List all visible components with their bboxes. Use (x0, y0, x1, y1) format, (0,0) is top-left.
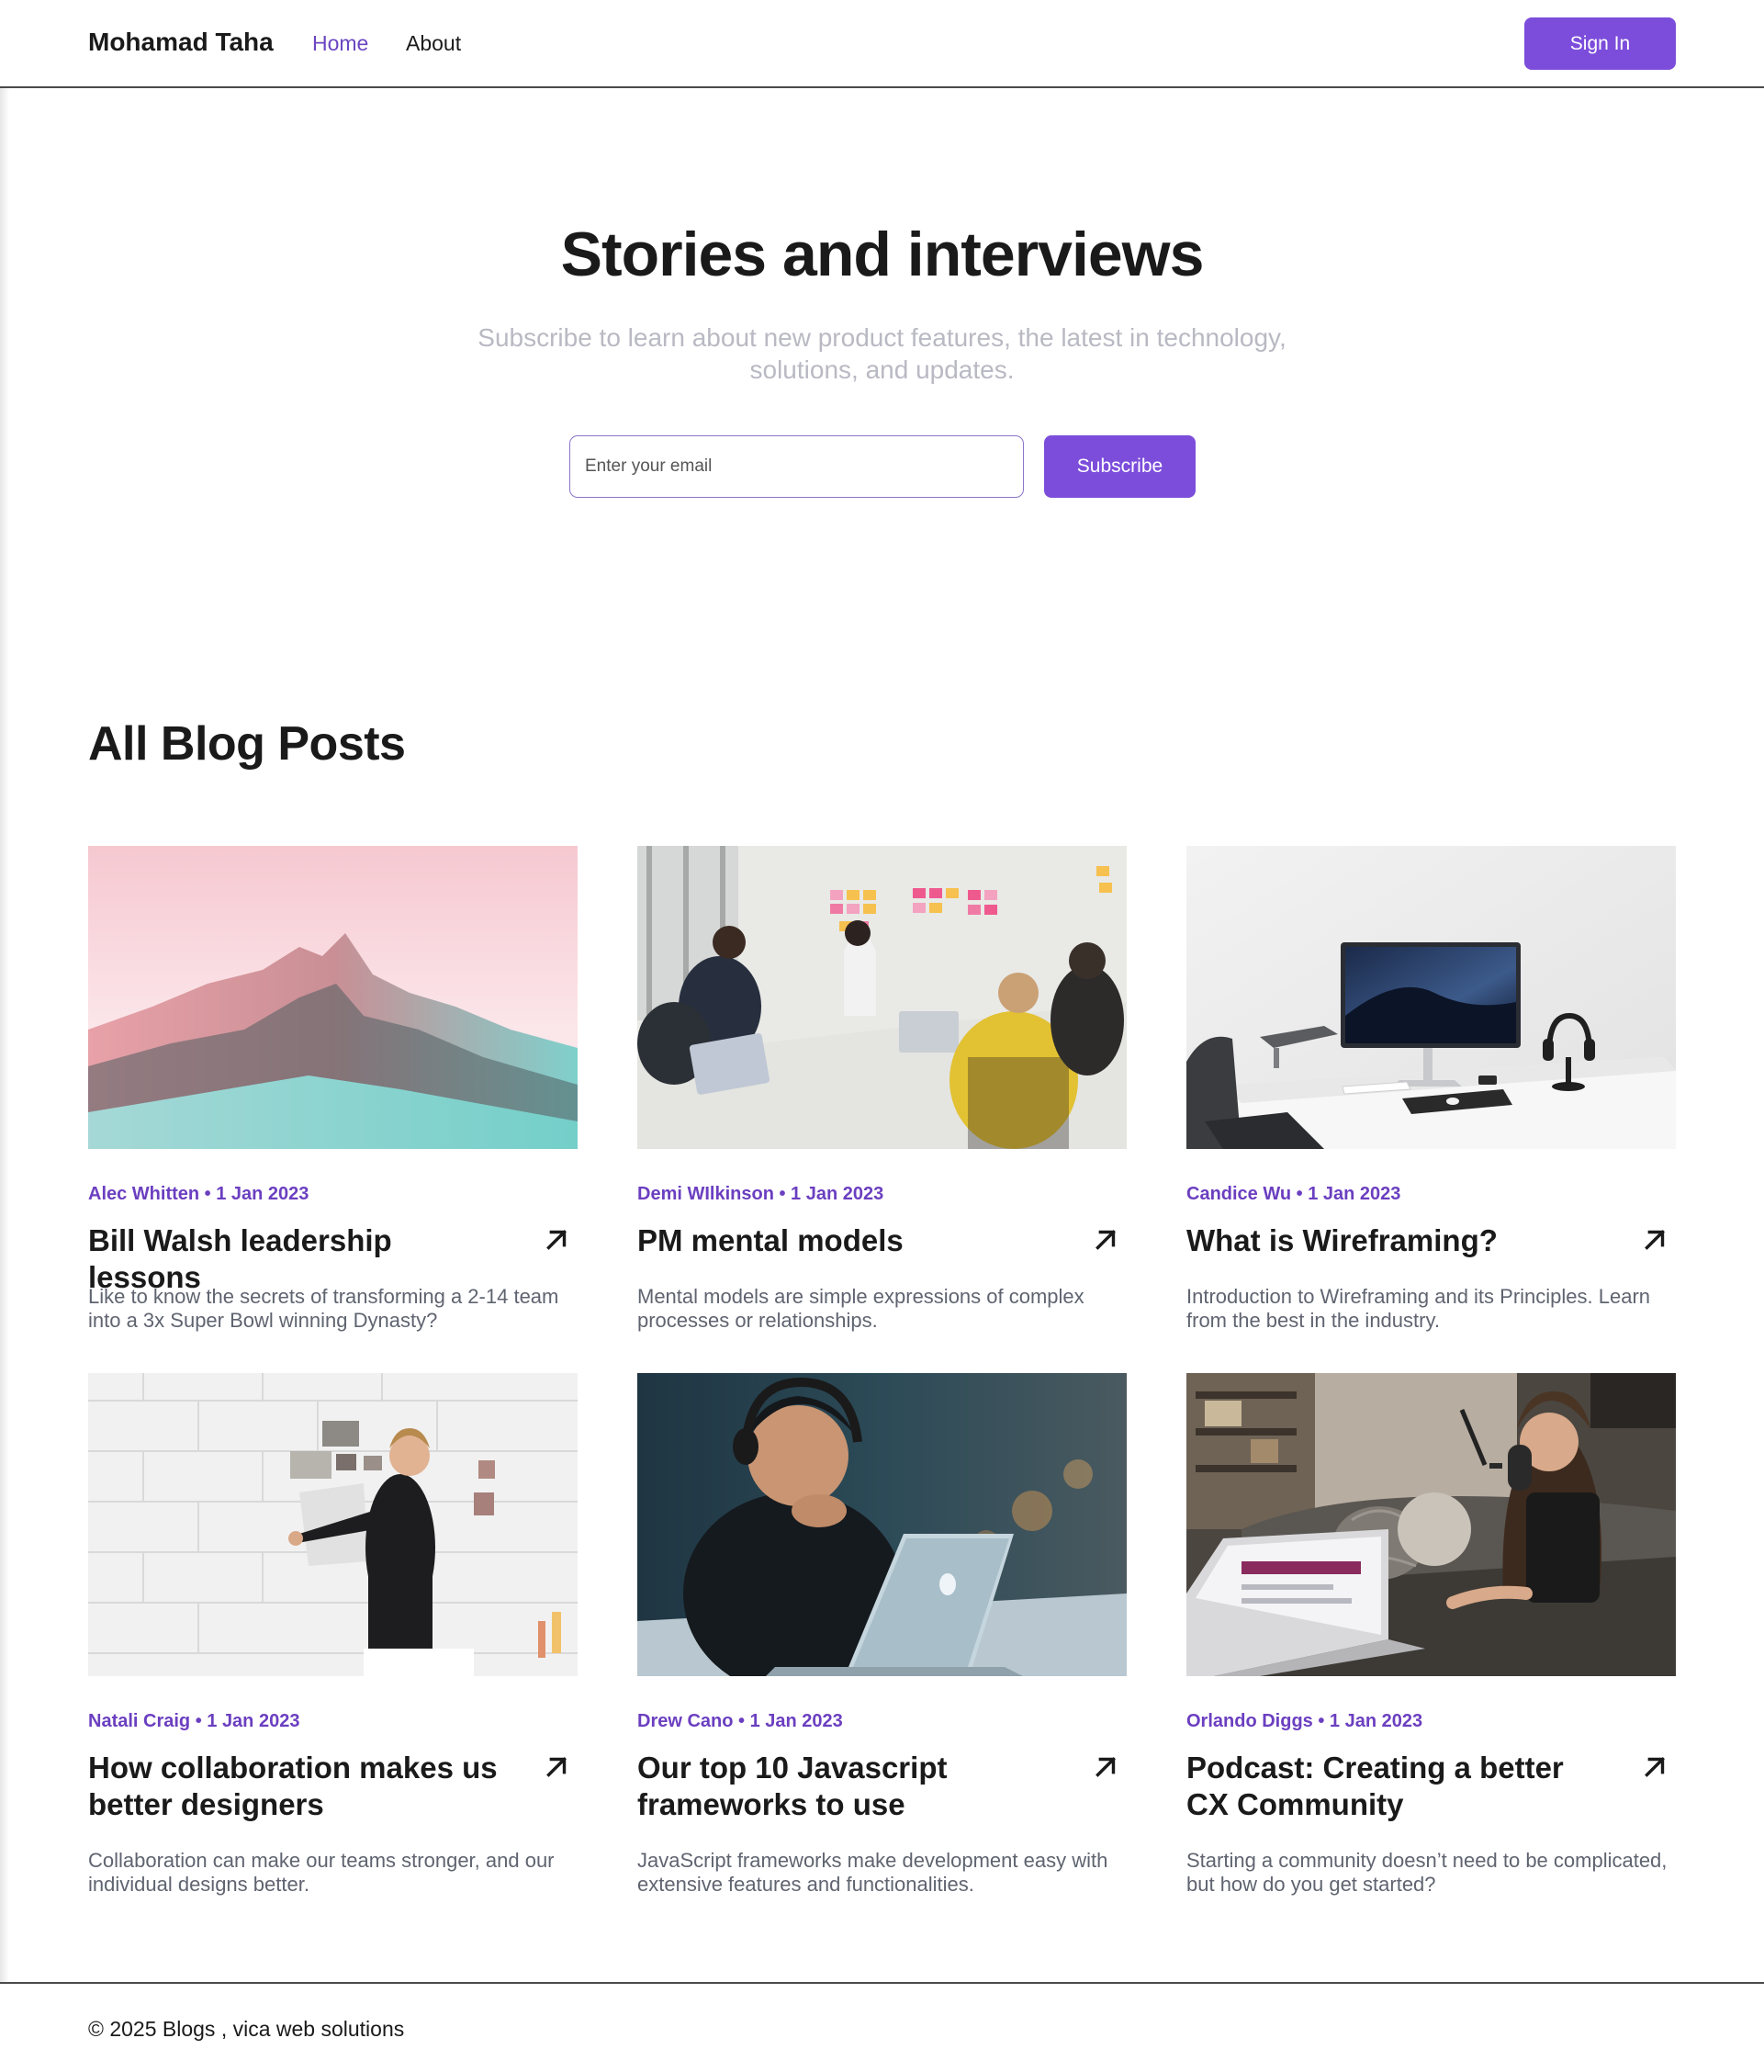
post-meta: Natali Craig • 1 Jan 2023 (88, 1711, 300, 1731)
blog-post-card[interactable]: Drew Cano • 1 Jan 2023 Our top 10 Javasc… (637, 1373, 1127, 1896)
arrow-up-right-icon[interactable] (1639, 1751, 1670, 1783)
brand-logo[interactable]: Mohamad Taha (88, 28, 274, 57)
arrow-up-right-icon[interactable] (1090, 1224, 1121, 1256)
post-title[interactable]: Our top 10 Javascript frameworks to use (637, 1750, 1060, 1823)
post-title[interactable]: PM mental models (637, 1222, 1060, 1259)
arrow-up-right-icon[interactable] (541, 1224, 572, 1256)
section-title: All Blog Posts (88, 717, 406, 771)
post-meta: Candice Wu • 1 Jan 2023 (1186, 1184, 1401, 1204)
post-meta: Demi WIlkinson • 1 Jan 2023 (637, 1184, 884, 1204)
post-excerpt: Mental models are simple expressions of … (637, 1285, 1084, 1332)
blog-post-card[interactable]: Orlando Diggs • 1 Jan 2023 Podcast: Crea… (1186, 1373, 1676, 1896)
site-footer: © 2025 Blogs , vica web solutions (0, 1982, 1764, 2072)
laptop-headphones-photo[interactable] (637, 1373, 1127, 1676)
post-meta: Alec Whitten • 1 Jan 2023 (88, 1184, 309, 1204)
subscribe-button[interactable]: Subscribe (1044, 435, 1196, 498)
arrow-up-right-icon[interactable] (541, 1751, 572, 1783)
post-meta: Drew Cano • 1 Jan 2023 (637, 1711, 843, 1731)
hero-title: Stories and interviews (560, 220, 1205, 289)
team-meeting-photo[interactable] (637, 846, 1127, 1149)
arrow-up-right-icon[interactable] (1090, 1751, 1121, 1783)
arrow-up-right-icon[interactable] (1639, 1224, 1670, 1256)
email-input[interactable] (569, 435, 1024, 498)
blog-post-card[interactable]: Natali Craig • 1 Jan 2023 How collaborat… (88, 1373, 578, 1896)
post-title[interactable]: Podcast: Creating a better CX Community (1186, 1750, 1609, 1823)
post-meta: Orlando Diggs • 1 Jan 2023 (1186, 1711, 1423, 1731)
post-title[interactable]: How collaboration makes us better design… (88, 1750, 511, 1823)
post-excerpt: Like to know the secrets of transforming… (88, 1285, 559, 1332)
blog-post-card[interactable]: Demi WIlkinson • 1 Jan 2023 PM mental mo… (637, 846, 1127, 1332)
post-excerpt: Introduction to Wireframing and its Prin… (1186, 1285, 1651, 1332)
post-title[interactable]: What is Wireframing? (1186, 1222, 1609, 1259)
nav-about[interactable]: About (406, 31, 461, 56)
sign-in-button[interactable]: Sign In (1524, 17, 1676, 70)
footer-copyright: © 2025 Blogs , vica web solutions (88, 2017, 405, 2041)
blog-post-card[interactable]: Alec Whitten • 1 Jan 2023 Bill Walsh lea… (88, 846, 578, 1332)
page-edge-shadow (0, 0, 9, 2072)
hero-subtitle: Subscribe to learn about new product fea… (478, 323, 1286, 384)
wall-board-photo[interactable] (88, 1373, 578, 1676)
mountain-photo[interactable] (88, 846, 578, 1149)
blog-post-card[interactable]: Candice Wu • 1 Jan 2023 What is Wirefram… (1186, 846, 1676, 1332)
post-excerpt: Starting a community doesn’t need to be … (1186, 1849, 1668, 1896)
site-header: Mohamad Taha Home About Sign In (0, 0, 1764, 88)
post-excerpt: JavaScript frameworks make development e… (637, 1849, 1108, 1896)
post-excerpt: Collaboration can make our teams stronge… (88, 1849, 555, 1896)
nav-home[interactable]: Home (312, 31, 368, 56)
desk-setup-photo[interactable] (1186, 846, 1676, 1149)
podcast-photo[interactable] (1186, 1373, 1676, 1676)
